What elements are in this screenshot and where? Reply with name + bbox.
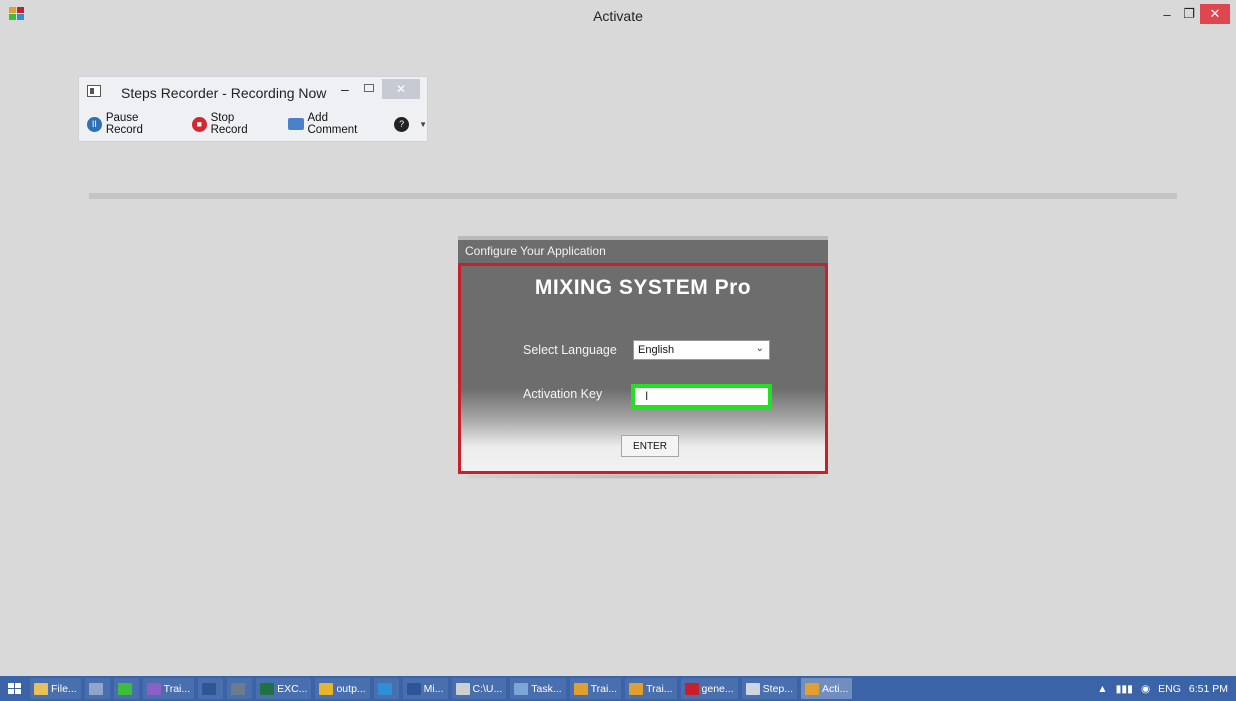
panel-header: Configure Your Application bbox=[458, 236, 828, 263]
volume-icon[interactable]: ◉ bbox=[1141, 683, 1150, 695]
taskbar-item[interactable]: outp... bbox=[315, 678, 370, 699]
taskbar: File... Trai... EXC... outp... Mi... C:\U... T… bbox=[0, 676, 1236, 701]
taskbar-app-icon bbox=[455, 682, 470, 695]
taskbar-app-icon bbox=[684, 682, 699, 695]
show-hidden-icons-button[interactable]: ▲ bbox=[1097, 683, 1107, 695]
taskbar-item[interactable]: Step... bbox=[741, 678, 798, 699]
product-brand-title: MIXING SYSTEM Pro bbox=[534, 276, 752, 299]
taskbar-item[interactable]: Trai... bbox=[142, 678, 195, 699]
chevron-down-icon[interactable]: ▼ bbox=[419, 120, 427, 129]
taskbar-item[interactable]: C:\U... bbox=[451, 678, 507, 699]
taskbar-item-label: Task... bbox=[531, 682, 562, 695]
taskbar-item-label: Acti... bbox=[822, 682, 849, 695]
add-comment-label: Add Comment bbox=[307, 112, 358, 136]
steps-recorder-maximize-button[interactable] bbox=[364, 84, 374, 92]
taskbar-item[interactable] bbox=[198, 678, 224, 699]
enter-button[interactable]: ENTER bbox=[621, 435, 679, 457]
window-title: Activate bbox=[593, 8, 643, 24]
add-comment-button[interactable]: Add Comment bbox=[287, 112, 380, 136]
stop-icon: ■ bbox=[191, 116, 207, 132]
taskbar-app-icon bbox=[514, 682, 529, 695]
configure-application-panel: Configure Your Application MIXING SYSTEM… bbox=[458, 236, 828, 479]
taskbar-app-icon bbox=[629, 682, 644, 695]
taskbar-item[interactable]: Acti... bbox=[801, 678, 853, 699]
comment-icon bbox=[287, 118, 304, 130]
pause-icon: II bbox=[87, 116, 102, 132]
taskbar-app-icon bbox=[319, 682, 334, 695]
taskbar-item-label: Trai... bbox=[646, 682, 673, 695]
taskbar-app-icon bbox=[805, 682, 820, 695]
start-button[interactable] bbox=[4, 678, 26, 699]
taskbar-app-icon bbox=[406, 682, 421, 695]
taskbar-item[interactable]: Task... bbox=[510, 678, 566, 699]
minimize-button[interactable]: – bbox=[1156, 4, 1178, 24]
chevron-down-icon: ⌄ bbox=[755, 343, 764, 354]
taskbar-app-icon bbox=[88, 682, 103, 695]
taskbar-item[interactable]: Trai... bbox=[569, 678, 622, 699]
taskbar-item-label: EXC... bbox=[277, 682, 308, 695]
taskbar-item[interactable]: gene... bbox=[680, 678, 738, 699]
taskbar-item-label: Step... bbox=[762, 682, 794, 695]
windows-logo-icon bbox=[8, 682, 21, 694]
restore-button[interactable]: ❐ bbox=[1178, 4, 1200, 24]
taskbar-item[interactable]: EXC... bbox=[256, 678, 312, 699]
taskbar-app-icon bbox=[146, 682, 161, 695]
taskbar-item[interactable] bbox=[227, 678, 253, 699]
steps-recorder-toolbar: II Pause Record ■ Stop Record Add Commen… bbox=[79, 107, 427, 141]
help-icon: ? bbox=[394, 116, 410, 132]
steps-recorder-title-bar: Steps Recorder - Recording Now – ✕ bbox=[79, 77, 427, 107]
taskbar-item-label: Trai... bbox=[163, 682, 191, 695]
progress-separator-bar bbox=[89, 193, 1177, 199]
taskbar-app-icon bbox=[573, 682, 588, 695]
taskbar-item[interactable]: Trai... bbox=[625, 678, 677, 699]
help-button[interactable]: ? bbox=[394, 116, 413, 132]
steps-recorder-minimize-button[interactable]: – bbox=[341, 81, 349, 97]
system-tray: ▲ ▮▮▮ ◉ ENG 6:51 PM bbox=[1089, 676, 1228, 701]
taskbar-app-icon bbox=[377, 682, 392, 695]
taskbar-app-icon bbox=[231, 682, 246, 695]
clock[interactable]: 6:51 PM bbox=[1189, 683, 1228, 695]
activation-key-input[interactable]: I bbox=[631, 384, 772, 409]
steps-recorder-close-button[interactable]: ✕ bbox=[382, 79, 420, 99]
taskbar-item-label: File... bbox=[51, 682, 77, 695]
taskbar-item-label: C:\U... bbox=[472, 682, 503, 695]
taskbar-app-icon bbox=[260, 682, 275, 695]
network-icon[interactable]: ▮▮▮ bbox=[1116, 683, 1133, 695]
taskbar-item[interactable] bbox=[113, 678, 139, 699]
taskbar-item[interactable] bbox=[84, 678, 110, 699]
taskbar-app-icon bbox=[745, 682, 760, 695]
pause-record-button[interactable]: II Pause Record bbox=[87, 112, 178, 136]
pause-record-label: Pause Record bbox=[105, 112, 143, 136]
taskbar-app-icon bbox=[202, 682, 217, 695]
input-language-indicator[interactable]: ENG bbox=[1158, 683, 1181, 695]
taskbar-item-label: Trai... bbox=[590, 682, 618, 695]
select-language-label: Select Language bbox=[523, 343, 617, 357]
steps-recorder-window: Steps Recorder - Recording Now – ✕ II Pa… bbox=[78, 76, 428, 142]
stop-record-button[interactable]: ■ Stop Record bbox=[191, 112, 274, 136]
panel-header-title: Configure Your Application bbox=[465, 244, 606, 258]
stop-record-label: Stop Record bbox=[210, 112, 248, 136]
taskbar-item[interactable]: Mi... bbox=[402, 678, 448, 699]
taskbar-item-label: gene... bbox=[701, 682, 734, 695]
taskbar-app-icon bbox=[117, 682, 132, 695]
steps-recorder-icon bbox=[87, 85, 101, 97]
taskbar-item-label: Mi... bbox=[423, 682, 444, 695]
taskbar-item[interactable]: File... bbox=[30, 678, 81, 699]
taskbar-item-label: outp... bbox=[336, 682, 366, 695]
taskbar-item[interactable] bbox=[373, 678, 399, 699]
language-select[interactable]: English ⌄ bbox=[633, 340, 770, 360]
panel-shadow bbox=[468, 474, 818, 479]
language-select-value: English bbox=[638, 344, 675, 356]
panel-body: MIXING SYSTEM Pro Select Language Englis… bbox=[458, 263, 828, 474]
steps-recorder-title: Steps Recorder - Recording Now bbox=[121, 85, 327, 101]
taskbar-app-icon bbox=[34, 682, 48, 695]
window-title-bar: Activate – ❐ ✕ bbox=[0, 0, 1236, 32]
close-button[interactable]: ✕ bbox=[1200, 4, 1230, 24]
activation-key-label: Activation Key bbox=[523, 387, 603, 401]
